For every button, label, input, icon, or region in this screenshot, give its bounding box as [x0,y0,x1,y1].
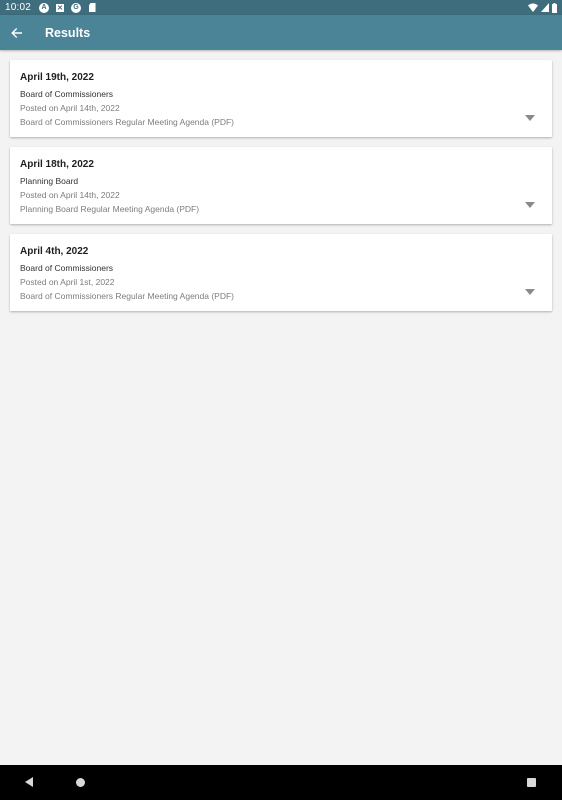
app-bar: Results [0,15,562,50]
nav-back-icon[interactable] [25,777,33,787]
board-name: Board of Commissioners [20,263,114,273]
nav-recents-icon[interactable] [527,778,536,787]
notification-a-icon: A [39,2,50,13]
status-bar: 10:02 A ✕ G [0,0,562,15]
arrow-back-icon [10,27,22,38]
cell-signal-icon [541,3,549,12]
meeting-date: April 19th, 2022 [20,72,94,83]
posted-date: Posted on April 14th, 2022 [20,190,120,200]
status-time: 10:02 [5,2,32,13]
meeting-date: April 18th, 2022 [20,159,94,170]
battery-icon [552,2,557,13]
system-nav-bar [0,765,562,800]
document-link[interactable]: Board of Commissioners Regular Meeting A… [20,289,542,303]
notification-x-icon: ✕ [56,3,65,12]
notification-g-icon: G [71,2,82,13]
sd-card-icon [87,3,97,13]
wifi-icon [528,3,538,12]
result-card[interactable]: April 19th, 2022 Board of Commissioners … [10,60,552,137]
result-card[interactable]: April 18th, 2022 Planning Board Posted o… [10,147,552,224]
result-card[interactable]: April 4th, 2022 Board of Commissioners P… [10,234,552,311]
status-right-group [528,2,557,13]
board-name: Planning Board [20,176,79,186]
back-button[interactable] [0,15,32,50]
board-name: Board of Commissioners [20,89,114,99]
posted-date: Posted on April 14th, 2022 [20,103,120,113]
meeting-date: April 4th, 2022 [20,246,89,257]
results-list: April 19th, 2022 Board of Commissioners … [10,60,552,321]
document-link[interactable]: Planning Board Regular Meeting Agenda (P… [20,202,542,216]
page-title: Results [45,25,91,40]
nav-home-icon[interactable] [76,778,85,787]
posted-date: Posted on April 1st, 2022 [20,277,115,287]
document-link[interactable]: Board of Commissioners Regular Meeting A… [20,115,542,129]
